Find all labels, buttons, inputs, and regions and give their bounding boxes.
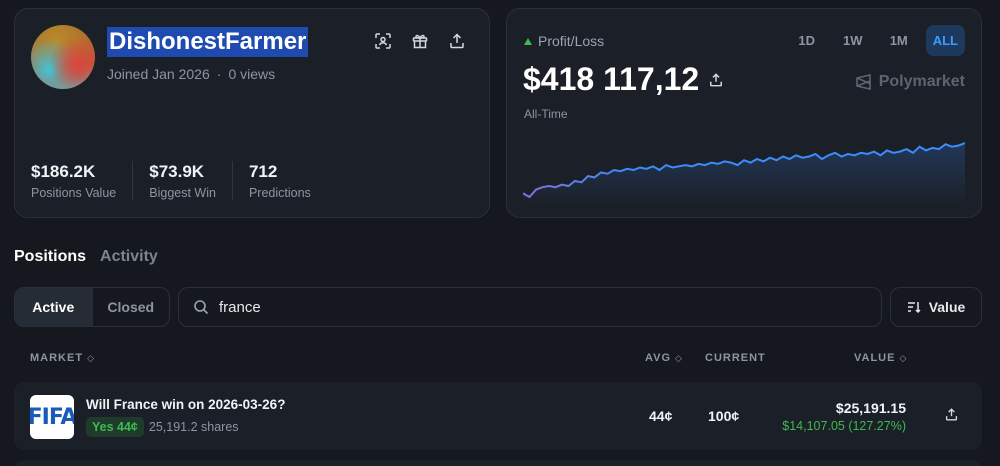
stat-label: Biggest Win bbox=[149, 186, 216, 200]
search-box bbox=[178, 287, 882, 327]
pnl-period: All-Time bbox=[524, 107, 568, 121]
stat-predictions: 712 Predictions bbox=[249, 161, 327, 200]
stat-biggest-win: $73.9K Biggest Win bbox=[149, 161, 233, 200]
sort-button[interactable]: Value bbox=[890, 287, 982, 327]
share-count: 25,191.2 shares bbox=[148, 420, 239, 434]
pnl-value-row: $418 117,12 bbox=[523, 61, 723, 98]
view-count: 0 views bbox=[228, 66, 276, 82]
profile-stats: $186.2K Positions Value $73.9K Biggest W… bbox=[31, 161, 343, 200]
pnl-label: Profit/Loss bbox=[538, 33, 605, 49]
closed-filter-button[interactable]: Closed bbox=[93, 288, 170, 326]
column-current: CURRENT bbox=[705, 352, 766, 364]
tab-bar: Positions Activity bbox=[14, 248, 158, 266]
status-toggle: Active Closed bbox=[14, 287, 170, 327]
stat-label: Predictions bbox=[248, 186, 311, 200]
column-value[interactable]: VALUE ◇ bbox=[854, 352, 907, 364]
sort-label: Value bbox=[928, 299, 966, 315]
polymarket-logo-icon bbox=[855, 73, 871, 91]
range-all[interactable]: ALL bbox=[925, 25, 965, 56]
brand: Polymarket bbox=[855, 73, 965, 91]
pnl-card: Profit/Loss 1D 1W 1M ALL $418 117,12 All… bbox=[506, 8, 982, 218]
fifa-logo-text: FIFA bbox=[30, 404, 74, 430]
stat-value: 712 bbox=[248, 162, 278, 181]
share-icon[interactable] bbox=[945, 408, 958, 426]
position-pnl: $14,107.05 (127.27%) bbox=[782, 419, 906, 433]
profile-card: DishonestFarmer Joined Jan 2026 · 0 views … bbox=[14, 8, 490, 218]
username: DishonestFarmer bbox=[107, 27, 309, 57]
meta-separator: · bbox=[216, 66, 222, 82]
market-logo: FIFA bbox=[30, 395, 74, 439]
range-selector: 1D 1W 1M ALL bbox=[788, 25, 965, 56]
current-price: 100¢ bbox=[708, 408, 740, 424]
sort-icon bbox=[907, 302, 921, 314]
sort-updown-icon: ◇ bbox=[87, 352, 95, 363]
range-1w[interactable]: 1W bbox=[834, 25, 872, 56]
column-market[interactable]: MARKET ◇ bbox=[30, 352, 95, 364]
stat-positions-value: $186.2K Positions Value bbox=[31, 161, 134, 200]
column-label: VALUE bbox=[854, 352, 896, 364]
avatar bbox=[31, 25, 95, 89]
profile-actions bbox=[373, 31, 467, 51]
joined-date: Joined Jan 2026 bbox=[107, 66, 210, 82]
column-label: AVG bbox=[645, 352, 672, 364]
avg-price: 44¢ bbox=[649, 408, 673, 424]
share-icon[interactable] bbox=[709, 72, 723, 87]
tab-activity[interactable]: Activity bbox=[100, 248, 158, 266]
column-avg[interactable]: AVG ◇ bbox=[645, 352, 683, 364]
stat-value: $186.2K bbox=[31, 162, 96, 181]
search-input[interactable] bbox=[219, 298, 819, 316]
market-meta: Yes 44¢ 25,191.2 shares bbox=[86, 417, 239, 437]
position-value: $25,191.15 bbox=[835, 400, 906, 416]
gift-icon[interactable] bbox=[410, 31, 430, 51]
column-label: MARKET bbox=[30, 352, 84, 364]
triangle-up-icon bbox=[524, 37, 532, 45]
outcome-badge: Yes 44¢ bbox=[86, 417, 144, 437]
range-1d[interactable]: 1D bbox=[788, 25, 826, 56]
search-icon bbox=[194, 300, 209, 315]
sort-updown-icon: ◇ bbox=[675, 352, 683, 363]
active-filter-button[interactable]: Active bbox=[15, 288, 93, 326]
column-label: CURRENT bbox=[705, 352, 766, 364]
brand-name: Polymarket bbox=[878, 73, 965, 90]
market-title[interactable]: Will France win on 2026-03-26? bbox=[86, 397, 285, 412]
next-row-edge bbox=[14, 460, 982, 466]
pnl-chart bbox=[523, 142, 965, 205]
profile-meta: Joined Jan 2026 · 0 views bbox=[107, 66, 275, 82]
table-row[interactable]: FIFA Will France win on 2026-03-26? Yes … bbox=[14, 382, 982, 450]
stat-value: $73.9K bbox=[149, 162, 205, 181]
scan-icon[interactable] bbox=[373, 31, 393, 51]
stat-label: Positions Value bbox=[31, 186, 117, 200]
pnl-value: $418 117,12 bbox=[523, 61, 700, 97]
tab-positions[interactable]: Positions bbox=[14, 248, 86, 266]
range-1m[interactable]: 1M bbox=[880, 25, 918, 56]
sort-updown-icon: ◇ bbox=[899, 352, 908, 363]
share-icon[interactable] bbox=[447, 31, 467, 51]
pnl-header: Profit/Loss bbox=[524, 33, 604, 49]
